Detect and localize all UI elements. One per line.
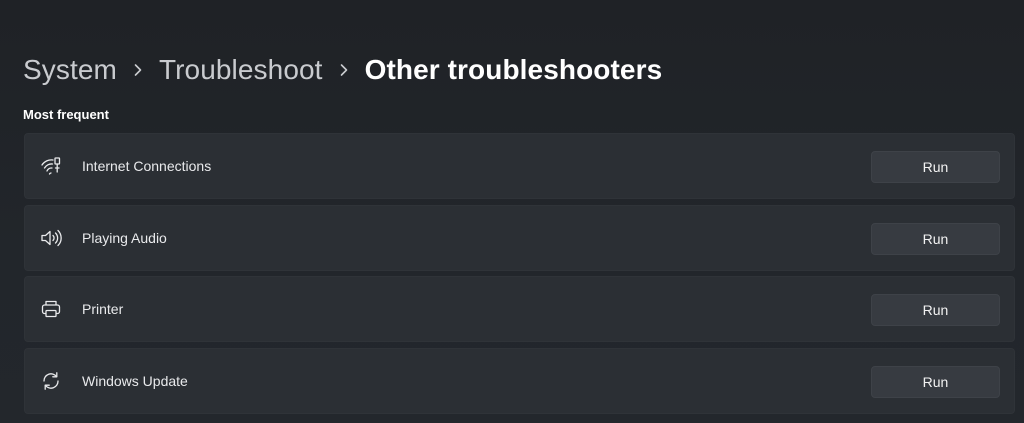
section-header: Most frequent (23, 107, 109, 122)
row-label: Internet Connections (82, 158, 212, 174)
wifi-icon (40, 155, 62, 177)
chevron-right-icon (323, 50, 365, 90)
troubleshooter-internet-connections: Internet Connections Run (24, 133, 1015, 199)
chevron-right-icon (117, 50, 159, 90)
row-label: Windows Update (82, 372, 188, 389)
row-label: Playing Audio (82, 229, 167, 246)
sync-icon (40, 370, 62, 392)
speaker-icon (40, 227, 62, 249)
printer-icon (40, 298, 62, 320)
troubleshooter-list: Internet Connections Run Playing Audio R… (24, 133, 1015, 419)
troubleshooter-windows-update: Windows Update Run (24, 347, 1015, 414)
run-button[interactable]: Run (871, 151, 1000, 183)
run-button[interactable]: Run (871, 365, 1000, 398)
breadcrumb: System Troubleshoot Other troubleshooter… (23, 50, 662, 90)
settings-page: System Troubleshoot Other troubleshooter… (0, 0, 1024, 423)
breadcrumb-system[interactable]: System (23, 54, 117, 86)
breadcrumb-troubleshoot[interactable]: Troubleshoot (159, 54, 323, 86)
row-label: Printer (82, 301, 124, 317)
run-button[interactable]: Run (871, 222, 1000, 255)
page-title: Other troubleshooters (364, 54, 663, 85)
troubleshooter-playing-audio: Playing Audio Run (24, 204, 1015, 271)
run-button[interactable]: Run (871, 294, 1000, 326)
troubleshooter-printer: Printer Run (24, 276, 1015, 342)
